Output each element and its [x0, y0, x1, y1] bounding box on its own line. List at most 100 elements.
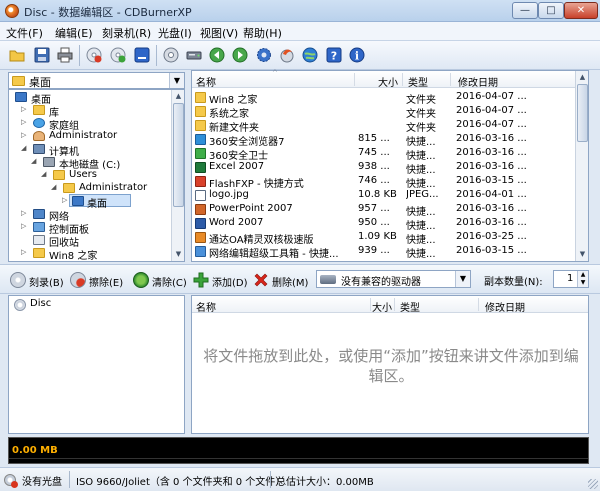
column-type[interactable]: 类型	[400, 299, 420, 314]
print-icon[interactable]	[54, 44, 76, 66]
scroll-thumb[interactable]	[173, 103, 184, 207]
tree-item-desktop[interactable]: 桌面	[11, 91, 171, 106]
help-icon[interactable]: ?	[323, 44, 345, 66]
folder-tree[interactable]: 桌面 ▷ 库 ▷ 家庭组 ▷ Administrator ◢ 计算机 ◢ 本地磁…	[8, 89, 185, 262]
collapse-arrow-icon[interactable]: ◢	[41, 170, 46, 178]
delete-button[interactable]: 删除(M)	[253, 270, 309, 290]
close-button[interactable]: ✕	[564, 2, 598, 19]
disc-root-label[interactable]: Disc	[30, 298, 51, 309]
menu-help[interactable]: 帮助(H)	[243, 25, 282, 41]
save-icon[interactable]	[31, 44, 53, 66]
file-row[interactable]: 新建文件夹 文件夹 2016-04-07 ...	[192, 119, 576, 134]
resize-grip-icon[interactable]	[588, 479, 598, 489]
collapse-arrow-icon[interactable]: ◢	[21, 144, 26, 152]
file-row[interactable]: FlashFXP - 快捷方式 746 ... 快捷... 2016-03-15…	[192, 175, 576, 190]
file-row[interactable]: 通达OA精灵双核极速版 1.09 KB 快捷... 2016-03-25 ...	[192, 231, 576, 246]
erase-disc-icon	[70, 272, 86, 288]
eject-icon[interactable]	[131, 44, 153, 66]
tree-item-control-panel[interactable]: ▷ 控制面板	[11, 221, 171, 236]
burn-icon[interactable]	[276, 44, 298, 66]
drive-icon[interactable]	[183, 44, 205, 66]
erase-disc-icon[interactable]	[83, 44, 105, 66]
erase-button[interactable]: 擦除(E)	[70, 270, 128, 290]
burn-button[interactable]: 刻录(B)	[10, 270, 65, 290]
collapse-arrow-icon[interactable]: ◢	[51, 183, 56, 191]
shortcut-icon	[195, 218, 206, 229]
column-size[interactable]: 大小	[378, 74, 398, 89]
open-icon[interactable]	[6, 44, 28, 66]
tree-item-library[interactable]: ▷ 库	[11, 104, 171, 119]
add-button[interactable]: 添加(D)	[193, 270, 248, 290]
status-filesystem: ISO 9660/Joliet（含 0 个文件夹和 0 个文件）	[76, 477, 286, 488]
disc-info-icon[interactable]	[160, 44, 182, 66]
file-row[interactable]: Win8 之家 文件夹 2016-04-07 ...	[192, 91, 576, 106]
file-row[interactable]: Word 2007 950 ... 快捷... 2016-03-16 ...	[192, 217, 576, 232]
tree-item-local-disk-c[interactable]: ◢ 本地磁盘 (C:)	[11, 156, 171, 171]
expand-arrow-icon[interactable]: ▷	[21, 248, 26, 256]
file-list-scrollbar[interactable]: ▲ ▼	[575, 71, 588, 261]
location-combobox[interactable]: 桌面 ▼	[8, 72, 185, 89]
menu-view[interactable]: 视图(V)	[200, 25, 238, 41]
chevron-down-icon[interactable]: ▼	[455, 271, 470, 287]
minimize-button[interactable]: —	[512, 2, 538, 19]
disc-tree[interactable]: Disc	[8, 295, 185, 434]
tree-item-administrator[interactable]: ▷ Administrator	[11, 130, 171, 143]
expand-arrow-icon[interactable]: ▷	[62, 196, 67, 204]
back-icon[interactable]	[206, 44, 228, 66]
expand-arrow-icon[interactable]: ▷	[21, 222, 26, 230]
tree-item-computer[interactable]: ◢ 计算机	[11, 143, 171, 158]
tree-item-desktop-folder-selected[interactable]: ▷ 桌面	[62, 194, 131, 210]
copies-value[interactable]: 1	[567, 273, 573, 284]
expand-arrow-icon[interactable]: ▷	[21, 118, 26, 126]
expand-arrow-icon[interactable]: ▷	[21, 105, 26, 113]
scroll-up-icon[interactable]: ▲	[577, 72, 588, 83]
settings-icon[interactable]	[253, 44, 275, 66]
collapse-arrow-icon[interactable]: ◢	[31, 157, 36, 165]
file-row[interactable]: logo.jpg 10.8 KB JPEG... 2016-04-01 ...	[192, 189, 576, 202]
scroll-up-icon[interactable]: ▲	[173, 91, 184, 102]
tree-item-users[interactable]: ◢ Users	[11, 169, 171, 182]
menu-disc[interactable]: 光盘(I)	[158, 25, 192, 41]
expand-arrow-icon[interactable]: ▷	[21, 131, 26, 139]
scroll-down-icon[interactable]: ▼	[173, 249, 184, 260]
file-row[interactable]: 360安全浏览器7 815 ... 快捷... 2016-03-16 ...	[192, 133, 576, 148]
expand-arrow-icon[interactable]: ▷	[21, 209, 26, 217]
forward-icon[interactable]	[229, 44, 251, 66]
drive-select[interactable]: 没有兼容的驱动器 ▼	[316, 270, 471, 288]
file-row[interactable]: 360安全卫士 745 ... 快捷... 2016-03-16 ...	[192, 147, 576, 162]
scroll-thumb[interactable]	[577, 84, 588, 142]
column-name[interactable]: 名称	[196, 299, 216, 314]
file-row[interactable]: PowerPoint 2007 957 ... 快捷... 2016-03-16…	[192, 203, 576, 218]
tree-item-network[interactable]: ▷ 网络	[11, 208, 171, 223]
tree-scrollbar[interactable]: ▲ ▼	[171, 90, 184, 261]
file-row[interactable]: Excel 2007 938 ... 快捷... 2016-03-16 ...	[192, 161, 576, 176]
menu-file[interactable]: 文件(F)	[6, 25, 43, 41]
column-size[interactable]: 大小	[372, 299, 392, 314]
column-date[interactable]: 修改日期	[485, 299, 525, 314]
no-disc-icon	[4, 474, 18, 488]
column-name[interactable]: 名称	[196, 74, 216, 89]
cdburnerxp-app-icon[interactable]	[5, 4, 19, 18]
source-file-list[interactable]: 名称 ^ 大小 类型 修改日期 Win8 之家 文件夹 2016-04-07 .…	[191, 69, 589, 262]
menu-edit[interactable]: 编辑(E)	[55, 25, 93, 41]
web-update-icon[interactable]	[299, 44, 321, 66]
file-row[interactable]: 网络编辑超级工具箱 - 快捷... 939 ... 快捷... 2016-03-…	[192, 245, 576, 260]
column-date[interactable]: 修改日期	[458, 74, 498, 89]
column-type[interactable]: 类型	[408, 74, 428, 89]
spin-arrows-icon[interactable]: ▲ ▼	[577, 271, 588, 287]
info-icon[interactable]: i	[346, 44, 368, 66]
clear-button[interactable]: 清除(C)	[133, 270, 188, 290]
tree-item-homegroup[interactable]: ▷ 家庭组	[11, 117, 171, 132]
file-list-header: 名称 ^ 大小 类型 修改日期	[192, 69, 576, 89]
menu-recorder[interactable]: 刻录机(R)	[102, 25, 151, 41]
scroll-down-icon[interactable]: ▼	[577, 249, 588, 260]
copies-label: 副本数量(N):	[484, 277, 543, 288]
maximize-button[interactable]: □	[538, 2, 564, 19]
file-row[interactable]: 系统之家 文件夹 2016-04-07 ...	[192, 105, 576, 120]
copies-stepper[interactable]: 1 ▲ ▼	[553, 270, 589, 288]
verify-disc-icon[interactable]	[107, 44, 129, 66]
tree-item-win8[interactable]: ▷ Win8 之家	[11, 247, 171, 262]
chevron-down-icon[interactable]: ▼	[169, 73, 184, 88]
tree-item-recycle-bin[interactable]: 回收站	[11, 234, 171, 249]
disc-file-list[interactable]: 名称 大小 类型 修改日期 将文件拖放到此处，或使用“添加”按钮来讲文件添加到编…	[191, 295, 589, 434]
